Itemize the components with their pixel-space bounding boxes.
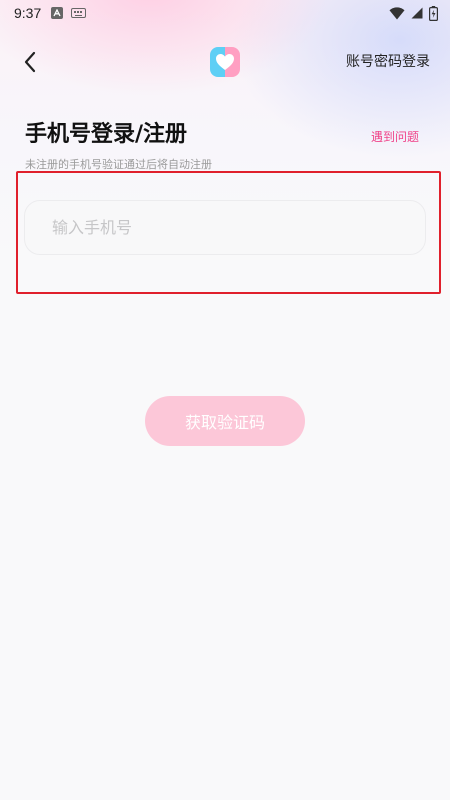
signal-icon (411, 7, 423, 19)
page-title: 手机号登录/注册 (25, 122, 188, 147)
wifi-icon (389, 6, 405, 19)
back-button[interactable] (16, 46, 44, 78)
phone-input-container (24, 200, 426, 255)
notification-icons (51, 7, 87, 19)
app-logo (210, 47, 240, 77)
system-icons (389, 5, 438, 21)
get-verification-code-button[interactable]: 获取验证码 (145, 396, 305, 446)
phone-input[interactable] (25, 201, 425, 254)
keyboard-icon (71, 8, 87, 18)
help-link[interactable]: 遇到问题 (371, 128, 419, 145)
battery-icon (429, 5, 438, 21)
app-notification-icon (51, 7, 64, 19)
status-time: 9:37 (14, 5, 42, 21)
status-bar: 9:37 (0, 0, 450, 26)
page-subtitle: 未注册的手机号验证通过后将自动注册 (25, 158, 212, 171)
heart-icon (216, 54, 234, 70)
chevron-left-icon (24, 51, 36, 73)
account-password-login-link[interactable]: 账号密码登录 (346, 51, 430, 71)
